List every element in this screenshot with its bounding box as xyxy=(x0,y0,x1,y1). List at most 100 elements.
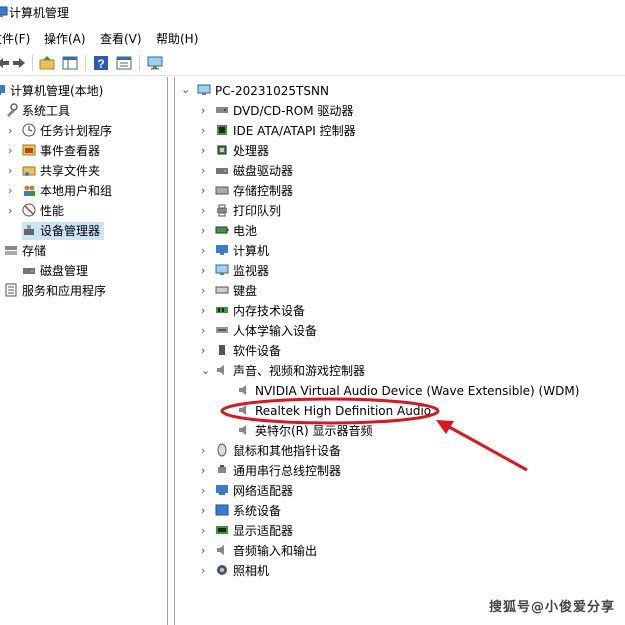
chevron-right-icon[interactable]: › xyxy=(201,142,205,160)
audio-device-intel-display[interactable]: 英特尔(R) 显示器音频 xyxy=(237,422,373,440)
chevron-right-icon[interactable]: › xyxy=(201,162,205,180)
help-icon[interactable]: ? xyxy=(92,54,110,72)
monitor-icon[interactable] xyxy=(146,54,164,72)
chevron-right-icon[interactable]: › xyxy=(8,162,12,180)
audio-device-label: Realtek High Definition Audio xyxy=(255,404,432,418)
chevron-right-icon[interactable]: › xyxy=(201,282,205,300)
chevron-right-icon[interactable]: › xyxy=(201,442,205,460)
chevron-right-icon[interactable]: › xyxy=(201,462,205,480)
tree-root-label: 计算机管理(本地) xyxy=(10,84,104,98)
category-usb-controllers[interactable]: 通用串行总线控制器 xyxy=(215,462,341,480)
category-network-adapters[interactable]: 网络适配器 xyxy=(215,482,293,500)
audio-device-nvidia[interactable]: NVIDIA Virtual Audio Device (Wave Extens… xyxy=(237,382,579,400)
chevron-right-icon[interactable]: › xyxy=(8,182,12,200)
audio-device-realtek[interactable]: Realtek High Definition Audio xyxy=(237,402,431,420)
mouse-icon xyxy=(217,443,227,457)
category-label: 通用串行总线控制器 xyxy=(233,464,342,478)
category-dvd-drives[interactable]: DVD/CD-ROM 驱动器 xyxy=(215,102,353,120)
category-hid[interactable]: 人体学输入设备 xyxy=(215,322,317,340)
computer-icon xyxy=(216,245,228,255)
title-bar: 计算机管理 xyxy=(0,0,625,24)
category-mice[interactable]: 鼠标和其他指针设备 xyxy=(215,442,341,460)
menu-file[interactable]: 文件(F) xyxy=(0,30,30,47)
category-storage-controllers[interactable]: 存储控制器 xyxy=(215,182,293,200)
chevron-right-icon[interactable]: › xyxy=(8,142,12,160)
chevron-right-icon[interactable]: › xyxy=(201,562,205,580)
category-software-devices[interactable]: 软件设备 xyxy=(215,342,281,360)
tree-services-apps[interactable]: 服务和应用程序 xyxy=(4,282,106,300)
menu-view[interactable]: 查看(V) xyxy=(100,30,142,47)
category-system-devices[interactable]: 系统设备 xyxy=(215,502,281,520)
category-memory-devices[interactable]: 内存技术设备 xyxy=(215,302,305,320)
category-label: 软件设备 xyxy=(233,344,282,358)
menu-help[interactable]: 帮助(H) xyxy=(156,30,198,47)
category-display-adapters[interactable]: 显示适配器 xyxy=(215,522,293,540)
speaker-icon xyxy=(217,365,224,375)
chevron-right-icon[interactable]: › xyxy=(201,182,205,200)
chevron-down-icon[interactable]: ⌄ xyxy=(201,362,210,380)
category-monitors[interactable]: 监视器 xyxy=(215,262,269,280)
forward-arrow-icon[interactable] xyxy=(10,54,28,72)
tree-item-event-viewer[interactable]: 事件查看器 xyxy=(22,142,100,160)
dvd-drive-icon xyxy=(216,107,228,113)
category-ide-controllers[interactable]: IDE ATA/ATAPI 控制器 xyxy=(215,122,356,140)
category-computer[interactable]: 计算机 xyxy=(215,242,269,260)
category-audio-io[interactable]: 音频输入和输出 xyxy=(215,542,317,560)
chevron-right-icon[interactable]: › xyxy=(201,222,205,240)
chevron-right-icon[interactable]: › xyxy=(201,202,205,220)
properties-icon[interactable] xyxy=(115,54,133,72)
chevron-right-icon[interactable]: › xyxy=(201,502,205,520)
network-adapter-icon xyxy=(216,485,228,495)
category-label: 打印队列 xyxy=(233,204,282,218)
chevron-right-icon[interactable]: › xyxy=(201,302,205,320)
chevron-right-icon[interactable]: › xyxy=(8,202,12,220)
tree-item-shared-folders[interactable]: 共享文件夹 xyxy=(22,162,100,180)
tree-item-performance[interactable]: 性能 xyxy=(22,202,64,220)
chevron-right-icon[interactable]: › xyxy=(201,122,205,140)
tree-storage-label: 存储 xyxy=(22,244,47,258)
processor-icon xyxy=(217,145,227,155)
category-sound-video-game[interactable]: 声音、视频和游戏控制器 xyxy=(215,362,365,380)
up-folder-icon[interactable] xyxy=(38,54,56,72)
toolbar-separator xyxy=(139,55,140,71)
category-keyboards[interactable]: 键盘 xyxy=(215,282,257,300)
category-disk-drives[interactable]: 磁盘驱动器 xyxy=(215,162,293,180)
category-cameras[interactable]: 照相机 xyxy=(215,562,269,580)
chevron-right-icon[interactable]: › xyxy=(201,322,205,340)
toolbar: ? xyxy=(0,51,625,76)
show-hide-pane-icon[interactable] xyxy=(61,54,79,72)
chevron-right-icon[interactable]: › xyxy=(201,482,205,500)
category-processors[interactable]: 处理器 xyxy=(215,142,269,160)
audio-device-label: 英特尔(R) 显示器音频 xyxy=(255,424,373,438)
tree-root[interactable]: 计算机管理(本地) xyxy=(0,82,103,100)
chevron-right-icon[interactable]: › xyxy=(201,522,205,540)
clock-icon xyxy=(22,123,36,137)
category-label: IDE ATA/ATAPI 控制器 xyxy=(233,124,356,138)
tree-item-task-scheduler[interactable]: 任务计划程序 xyxy=(22,122,112,140)
tree-item-disk-management[interactable]: 磁盘管理 xyxy=(22,262,88,280)
monitor-icon xyxy=(215,264,229,275)
printer-icon xyxy=(217,204,227,217)
category-label: 电池 xyxy=(233,224,258,238)
chevron-right-icon[interactable]: › xyxy=(8,122,12,140)
tree-item-local-users[interactable]: 本地用户和组 xyxy=(22,182,112,200)
tree-item-label: 任务计划程序 xyxy=(40,124,113,138)
chevron-down-icon[interactable]: ⌄ xyxy=(181,81,190,99)
category-label: 人体学输入设备 xyxy=(233,324,318,338)
chevron-right-icon[interactable]: › xyxy=(201,242,205,260)
users-icon xyxy=(24,185,35,196)
category-print-queues[interactable]: 打印队列 xyxy=(215,202,281,220)
chevron-right-icon[interactable]: › xyxy=(201,102,205,120)
tree-system-tools[interactable]: 系统工具 xyxy=(4,102,70,120)
chevron-right-icon[interactable]: › xyxy=(201,342,205,360)
window-title: 计算机管理 xyxy=(9,6,70,20)
category-label: 网络适配器 xyxy=(233,484,294,498)
category-label: DVD/CD-ROM 驱动器 xyxy=(233,104,354,118)
tree-storage[interactable]: 存储 xyxy=(4,242,46,260)
chevron-right-icon[interactable]: › xyxy=(201,262,205,280)
device-computer-root[interactable]: PC-20231025TSNN xyxy=(197,82,329,100)
tree-item-device-manager[interactable]: 设备管理器 xyxy=(22,222,105,240)
chevron-right-icon[interactable]: › xyxy=(201,542,205,560)
menu-action[interactable]: 操作(A) xyxy=(44,30,86,47)
category-batteries[interactable]: 电池 xyxy=(215,222,257,240)
